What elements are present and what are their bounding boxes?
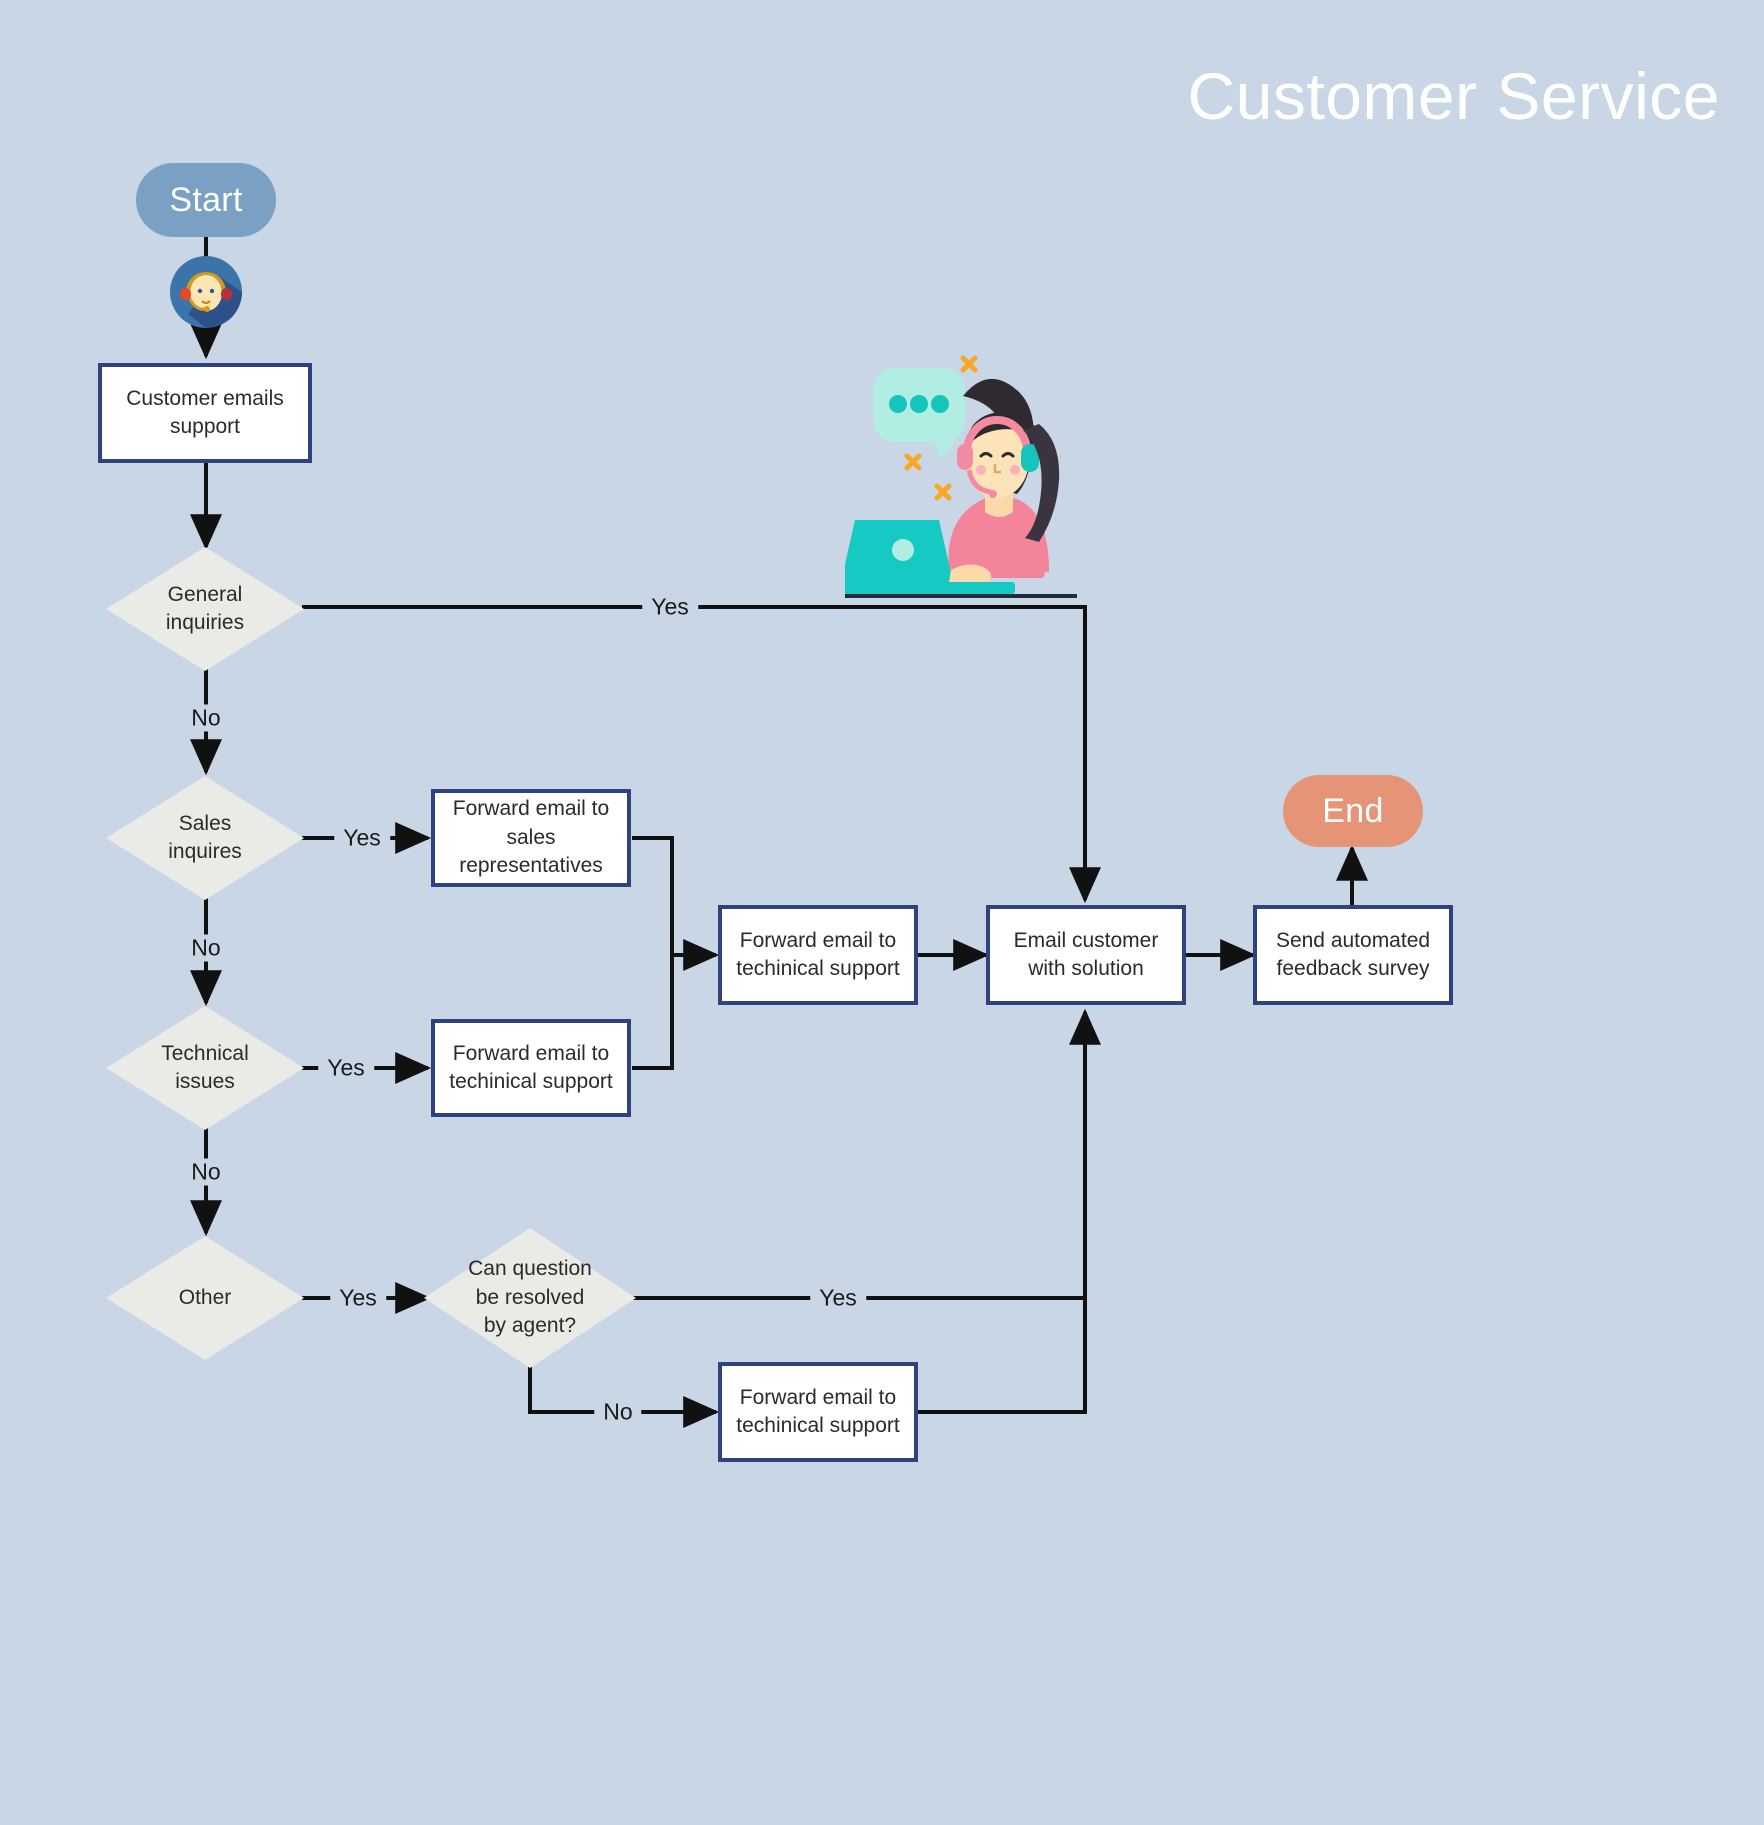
edge-bottom-to-email-solution	[918, 1012, 1087, 1414]
edge-label-technical-yes: Yes	[318, 1054, 374, 1082]
edge-label-sales-no: No	[182, 934, 230, 962]
edge-label-general-no: No	[182, 704, 230, 732]
node-start-label: Start	[169, 180, 243, 219]
node-customer-emails-support[interactable]: Customer emails support	[98, 363, 312, 463]
node-email-customer-with-solution[interactable]: Email customer with solution	[986, 905, 1186, 1005]
edge-resolve-yes	[632, 1008, 1101, 1300]
edge-label-resolve-yes: Yes	[810, 1284, 866, 1312]
node-forward-email-tech-support-middle[interactable]: Forward email to techinical support	[718, 905, 918, 1005]
node-forward-email-tech-support-bottom-label: Forward email to techinical support	[736, 1385, 900, 1437]
node-forward-email-sales-reps[interactable]: Forward email to sales representatives	[431, 789, 631, 887]
chat-bubble-icon	[873, 368, 965, 460]
node-forward-email-tech-support-left-label: Forward email to techinical support	[449, 1041, 613, 1093]
node-other[interactable]: Other	[106, 1236, 304, 1360]
node-general-inquiries-label: General inquiries	[165, 582, 245, 634]
node-forward-email-sales-reps-label: Forward email to sales representatives	[452, 797, 610, 878]
node-can-question-be-resolved[interactable]: Can question be resolved by agent?	[424, 1228, 636, 1368]
node-forward-email-tech-support-left[interactable]: Forward email to techinical support	[431, 1019, 631, 1117]
node-can-question-be-resolved-label: Can question be resolved by agent?	[468, 1257, 592, 1338]
edge-label-general-yes: Yes	[642, 593, 698, 621]
node-other-label: Other	[178, 1285, 232, 1309]
node-general-inquiries[interactable]: General inquiries	[106, 547, 304, 671]
flowchart-canvas: Customer Service Start Customer emails s…	[0, 0, 1764, 1825]
node-send-automated-feedback-survey-label: Send automated feedback survey	[1275, 928, 1431, 980]
edge-label-sales-yes: Yes	[334, 824, 390, 852]
node-forward-email-tech-support-bottom[interactable]: Forward email to techinical support	[718, 1362, 918, 1462]
node-technical-issues-label: Technical issues	[161, 1041, 249, 1093]
edge-fwd-tech-left-to-mid	[632, 955, 674, 1070]
edge-label-other-yes: Yes	[330, 1284, 386, 1312]
node-start[interactable]: Start	[136, 163, 276, 237]
node-sales-inquires[interactable]: Sales inquires	[106, 776, 304, 900]
node-end[interactable]: End	[1283, 775, 1423, 847]
node-send-automated-feedback-survey[interactable]: Send automated feedback survey	[1253, 905, 1453, 1005]
node-sales-inquires-label: Sales inquires	[168, 811, 242, 863]
edge-general-yes	[302, 605, 1101, 904]
node-technical-issues[interactable]: Technical issues	[106, 1006, 304, 1130]
node-customer-emails-support-label: Customer emails support	[126, 386, 284, 438]
node-end-label: End	[1322, 791, 1384, 830]
edge-label-technical-no: No	[182, 1158, 230, 1186]
edge-label-resolve-no: No	[594, 1398, 642, 1426]
edge-fwd-sales-to-mid	[632, 836, 720, 971]
node-forward-email-tech-support-middle-label: Forward email to techinical support	[736, 928, 900, 980]
headset-operator-avatar-icon	[166, 254, 246, 330]
support-agent-with-laptop-illustration	[829, 352, 1085, 604]
node-email-customer-with-solution-label: Email customer with solution	[1013, 928, 1159, 980]
page-title: Customer Service	[1187, 59, 1720, 133]
